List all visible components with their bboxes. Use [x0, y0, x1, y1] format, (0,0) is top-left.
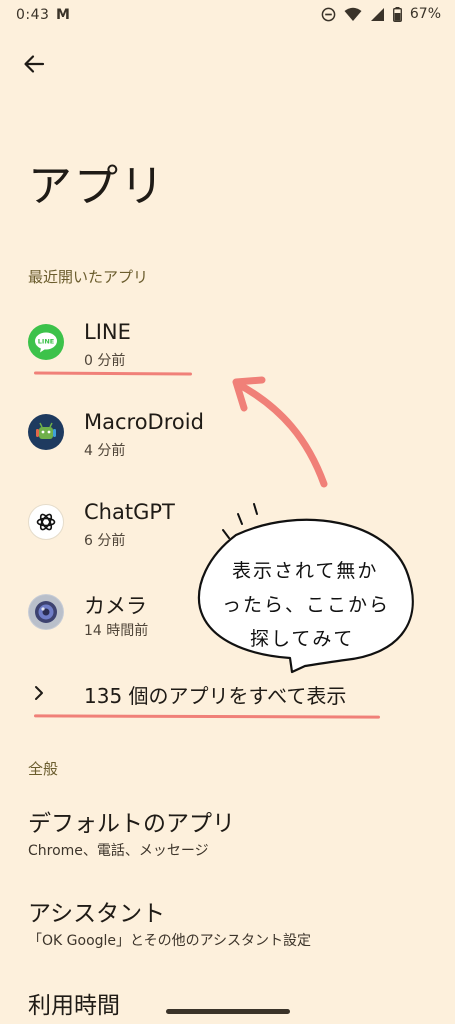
setting-title: 利用時間 [28, 993, 120, 1019]
battery-icon [392, 6, 402, 22]
camera-icon [28, 594, 64, 630]
setting-subtitle: 「OK Google」とその他のアシスタント設定 [28, 933, 312, 949]
app-name: カメラ [84, 594, 147, 618]
app-settings-screen: 0:43 M 67% アプリ 最近開いたアプリ LINE LINE 0 分前 M… [0, 0, 455, 1024]
macrodroid-icon [28, 414, 64, 450]
annotation-text-line-2: ったら、ここから [222, 594, 391, 616]
back-button[interactable] [12, 42, 56, 86]
annotation-text-line-1: 表示されて無か [232, 560, 379, 582]
app-name: LINE [84, 320, 131, 344]
app-last-opened: 4 分前 [84, 443, 126, 459]
setting-title: デフォルトのアプリ [28, 811, 235, 837]
gesture-nav-handle[interactable] [166, 1009, 290, 1014]
arrow-left-icon [24, 55, 45, 73]
recent-apps-header: 最近開いたアプリ [28, 268, 149, 286]
setting-title: アシスタント [28, 901, 166, 927]
annotation-text-line-3: 探してみて [250, 628, 355, 650]
app-item-chatgpt[interactable]: ChatGPT 6 分前 [0, 480, 455, 564]
app-item-macrodroid[interactable]: MacroDroid 4 分前 [0, 390, 455, 474]
page-title: アプリ [28, 161, 166, 212]
app-name: ChatGPT [84, 500, 175, 524]
screen-time-item[interactable]: 利用時間 [0, 976, 455, 1024]
default-apps-item[interactable]: デフォルトのアプリ Chrome、電話、メッセージ [0, 796, 455, 876]
battery-percent: 67% [409, 6, 441, 22]
chevron-right-icon [35, 686, 43, 700]
show-all-apps-label: 135 個のアプリをすべて表示 [84, 684, 347, 708]
wifi-icon [344, 7, 362, 21]
svg-text:LINE: LINE [38, 338, 54, 346]
line-icon: LINE [28, 324, 64, 360]
app-last-opened: 0 分前 [84, 353, 126, 369]
general-header: 全般 [28, 760, 59, 778]
status-time: 0:43 [16, 7, 50, 23]
signal-icon [370, 7, 384, 21]
status-icons: 67% [321, 6, 441, 22]
assistant-item[interactable]: アシスタント 「OK Google」とその他のアシスタント設定 [0, 886, 455, 966]
notification-app-icon: M [56, 7, 70, 23]
chatgpt-icon [28, 504, 64, 540]
setting-subtitle: Chrome、電話、メッセージ [28, 843, 209, 859]
do-not-disturb-icon [321, 7, 336, 21]
app-name: MacroDroid [84, 410, 204, 434]
app-last-opened: 6 分前 [84, 533, 126, 549]
status-bar: 0:43 M 67% [0, 0, 455, 34]
app-last-opened: 14 時間前 [84, 623, 149, 639]
